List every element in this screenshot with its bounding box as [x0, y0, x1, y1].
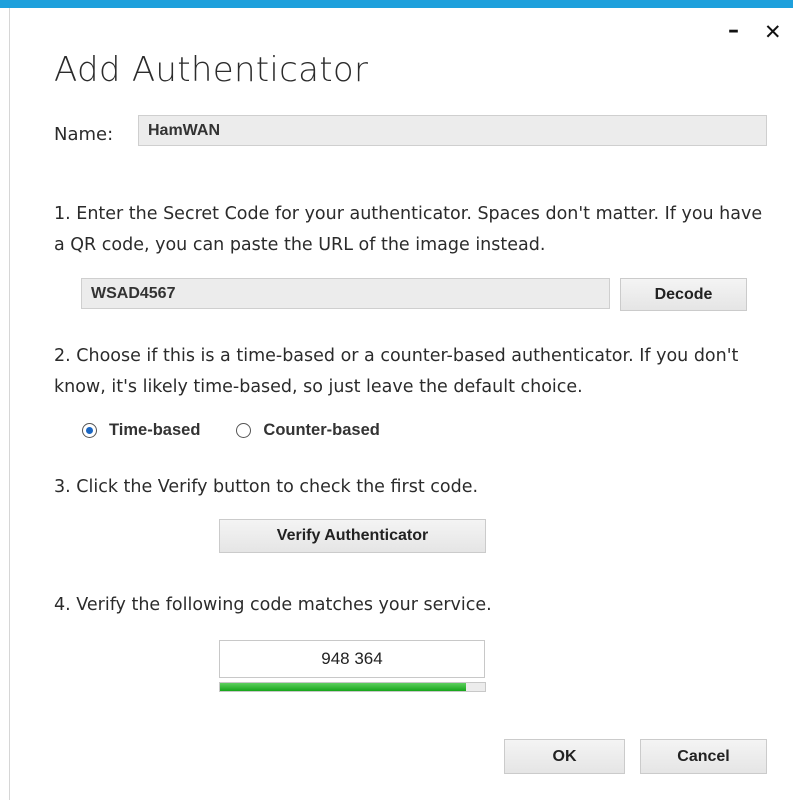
code-timer-fill: [220, 683, 467, 691]
authenticator-type-group: Time-based Counter-based: [82, 421, 416, 440]
radio-selected-icon: [82, 423, 97, 438]
step2-instructions: 2. Choose if this is a time-based or a c…: [54, 346, 739, 397]
window-accent-bar: [0, 0, 793, 8]
name-input[interactable]: [138, 115, 767, 146]
close-button[interactable]: ✕: [764, 22, 782, 43]
time-based-label: Time-based: [109, 421, 201, 439]
current-code-display: 948 364: [219, 640, 485, 678]
counter-based-label: Counter-based: [263, 421, 380, 439]
verify-authenticator-button[interactable]: Verify Authenticator: [219, 519, 486, 553]
window-left-border: [9, 8, 10, 800]
ok-button[interactable]: OK: [504, 739, 625, 774]
dialog-title: Add Authenticator: [54, 50, 369, 90]
step1-instructions: 1. Enter the Secret Code for your authen…: [54, 204, 763, 255]
counter-based-radio[interactable]: Counter-based: [236, 421, 380, 440]
cancel-button[interactable]: Cancel: [640, 739, 767, 774]
decode-button[interactable]: Decode: [620, 278, 747, 311]
minimize-button[interactable]: –: [728, 20, 739, 42]
code-timer-progress: [219, 682, 486, 692]
time-based-radio[interactable]: Time-based: [82, 421, 200, 440]
step4-instructions: 4. Verify the following code matches you…: [54, 595, 492, 615]
step3-instructions: 3. Click the Verify button to check the …: [54, 477, 479, 497]
radio-unselected-icon: [236, 423, 252, 438]
secret-code-input[interactable]: [81, 278, 610, 309]
name-label: Name:: [54, 124, 114, 145]
